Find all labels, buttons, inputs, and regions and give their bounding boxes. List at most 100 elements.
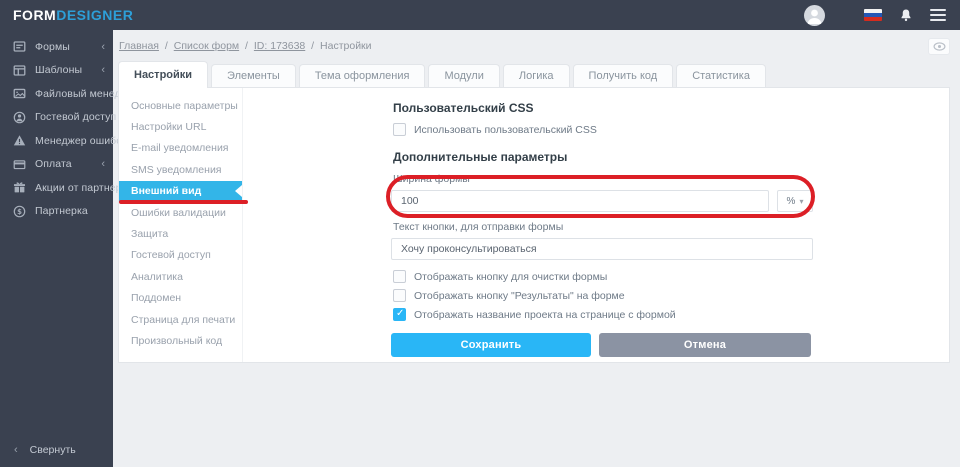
chevron-left-icon: ‹ [101,64,105,76]
cancel-button[interactable]: Отмена [599,333,811,357]
eye-icon [933,42,946,51]
tab-logic[interactable]: Логика [503,64,570,87]
section-title-extra-params: Дополнительные параметры [393,150,813,164]
templates-icon [12,63,26,77]
chevron-down-icon: ▾ [799,197,803,206]
breadcrumb-current: Настройки [320,40,372,52]
save-button[interactable]: Сохранить [391,333,591,357]
width-unit-select[interactable]: % ▾ [777,190,813,212]
settings-panel: Основные параметры Настройки URL E-mail … [118,87,950,363]
sidebar-nav: Формы ‹ Шаблоны ‹ Файловый менеджер [0,30,113,223]
tab-theme[interactable]: Тема оформления [299,64,426,87]
person-icon [804,5,825,26]
tab-bar: Настройки Элементы Тема оформления Модул… [118,61,950,87]
section-title-custom-css: Пользовательский CSS [393,101,813,115]
sidebar-item-label: Шаблоны [35,64,82,76]
topbar: FORMDESIGNER [0,0,960,30]
width-unit-value: % [787,196,796,207]
show-results-button-row: Отображать кнопку "Результаты" на форме [393,288,813,303]
form-width-input[interactable] [391,190,769,212]
menu-hamburger-icon[interactable] [930,9,946,21]
sidebar-collapse-button[interactable]: ‹ Свернуть [0,439,113,461]
payment-icon [12,157,26,171]
submenu-item-appearance[interactable]: Внешний вид [119,181,242,202]
user-avatar[interactable] [804,5,825,26]
file-manager-icon [12,87,26,101]
submit-button-text-label: Текст кнопки, для отправки формы [393,221,813,233]
form-width-label: Ширина формы [393,173,813,185]
breadcrumb-separator: / [242,40,251,52]
show-results-button-checkbox[interactable] [393,289,406,302]
sidebar-item-label: Партнерка [35,205,88,217]
form-settings-area: Пользовательский CSS Использовать пользо… [243,88,949,362]
logo-form-text: FORM [13,7,56,23]
chevron-left-icon: ‹ [101,41,105,53]
collapse-label: Свернуть [30,444,76,456]
dollar-icon: $ [12,204,26,218]
show-clear-button-row: Отображать кнопку для очистки формы [393,269,813,284]
chevron-left-icon: ‹ [101,158,105,170]
breadcrumb-link-home[interactable]: Главная [119,40,159,52]
submenu-item-basic-params[interactable]: Основные параметры [119,95,242,116]
submenu-item-validation-errors[interactable]: Ошибки валидации [119,202,242,223]
show-project-name-checkbox[interactable] [393,308,406,321]
main-content: Главная / Список форм / ID: 173638 / Нас… [113,30,960,467]
guest-access-icon [12,110,26,124]
sidebar-item-promotions[interactable]: Акции от партнеров [0,176,113,200]
sidebar-item-affiliate[interactable]: $ Партнерка [0,200,113,224]
gift-icon [12,181,26,195]
sidebar-item-label: Оплата [35,158,72,170]
submenu-item-url-settings[interactable]: Настройки URL [119,116,242,137]
sidebar-item-error-manager[interactable]: Менеджер ошибок [0,129,113,153]
sidebar-item-forms[interactable]: Формы ‹ [0,35,113,59]
sidebar-item-label: Формы [35,41,70,53]
display-options-group: Отображать кнопку для очистки формы Отоб… [391,269,813,322]
breadcrumb-separator: / [162,40,171,52]
submit-button-text-input[interactable] [391,238,813,260]
language-flag-ru[interactable] [864,9,882,21]
topbar-actions [804,5,960,26]
chevron-left-icon: ‹ [14,444,18,456]
tab-elements[interactable]: Элементы [211,64,296,87]
notifications-bell-icon[interactable] [899,8,913,23]
tab-get-code[interactable]: Получить код [573,64,674,87]
sidebar-item-payment[interactable]: Оплата ‹ [0,153,113,177]
sidebar-item-file-manager[interactable]: Файловый менеджер [0,82,113,106]
breadcrumb-link-forms-list[interactable]: Список форм [174,40,239,52]
error-manager-icon [12,134,26,148]
use-custom-css-label: Использовать пользовательский CSS [414,124,597,136]
show-clear-button-checkbox[interactable] [393,270,406,283]
submenu-item-analytics[interactable]: Аналитика [119,266,242,287]
use-custom-css-row: Использовать пользовательский CSS [393,122,813,137]
svg-text:$: $ [17,208,22,216]
submenu-item-print-page[interactable]: Страница для печати [119,309,242,330]
breadcrumb: Главная / Список форм / ID: 173638 / Нас… [118,40,372,52]
submenu-item-email-notifications[interactable]: E-mail уведомления [119,138,242,159]
show-results-button-label: Отображать кнопку "Результаты" на форме [414,290,625,302]
submenu-item-subdomain[interactable]: Поддомен [119,288,242,309]
breadcrumb-link-form-id[interactable]: ID: 173638 [254,40,305,52]
use-custom-css-checkbox[interactable] [393,123,406,136]
sidebar-item-templates[interactable]: Шаблоны ‹ [0,59,113,83]
show-project-name-row: Отображать название проекта на странице … [393,307,813,322]
tab-settings[interactable]: Настройки [118,61,208,87]
settings-submenu: Основные параметры Настройки URL E-mail … [119,88,243,362]
sidebar-item-guest-access[interactable]: Гостевой доступ [0,106,113,130]
breadcrumb-separator: / [308,40,317,52]
sidebar-item-label: Гостевой доступ [35,111,116,123]
logo-designer-text: DESIGNER [56,7,133,23]
submenu-item-guest-access[interactable]: Гостевой доступ [119,245,242,266]
sidebar: Формы ‹ Шаблоны ‹ Файловый менеджер [0,30,113,467]
form-width-row: % ▾ [391,190,813,212]
submenu-item-custom-code[interactable]: Произвольный код [119,330,242,351]
forms-icon [12,40,26,54]
preview-button[interactable] [928,38,950,55]
show-project-name-label: Отображать название проекта на странице … [414,309,676,321]
submenu-item-protection[interactable]: Защита [119,223,242,244]
tab-statistics[interactable]: Статистика [676,64,766,87]
content-header: Главная / Список форм / ID: 173638 / Нас… [118,36,950,56]
submenu-item-sms-notifications[interactable]: SMS уведомления [119,159,242,180]
show-clear-button-label: Отображать кнопку для очистки формы [414,271,607,283]
app-logo: FORMDESIGNER [0,7,133,23]
tab-modules[interactable]: Модули [428,64,499,87]
